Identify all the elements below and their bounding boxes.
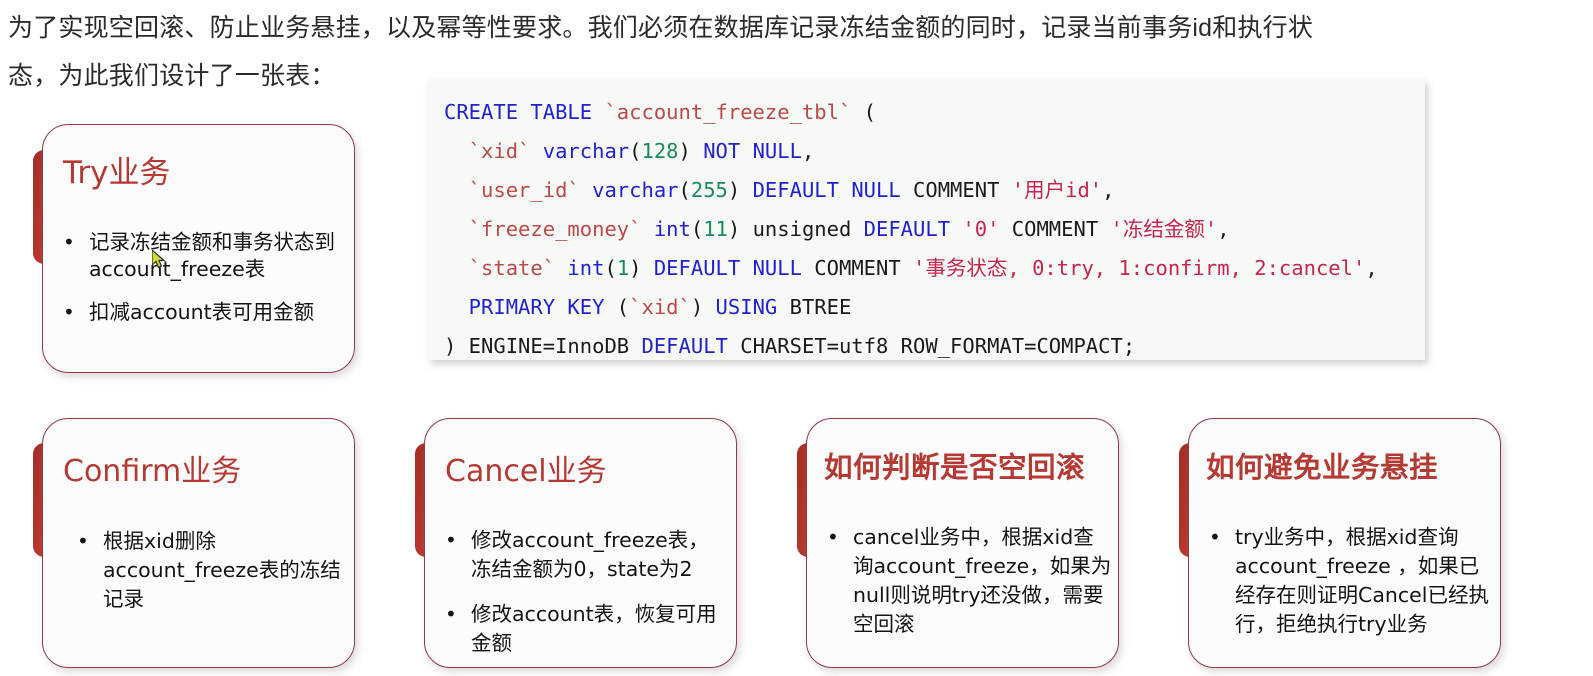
code-token: ( bbox=[629, 139, 642, 163]
code-line: PRIMARY KEY (`xid`) USING BTREE bbox=[428, 288, 1425, 327]
card-try[interactable]: Try业务 记录冻结金额和事务状态到account_freeze表扣减accou… bbox=[42, 124, 355, 373]
code-token: ) bbox=[727, 178, 753, 202]
code-token: COMMENT bbox=[801, 256, 914, 280]
code-token: ) bbox=[678, 139, 704, 163]
code-token: 128 bbox=[641, 139, 679, 163]
code-line: CREATE TABLE `account_freeze_tbl` ( bbox=[428, 93, 1425, 132]
code-token: int bbox=[555, 256, 605, 280]
code-token: `user_id` bbox=[444, 178, 580, 202]
code-token: DEFAULT bbox=[641, 334, 728, 358]
code-token: `xid` bbox=[629, 295, 691, 319]
card-body-try: 记录冻结金额和事务状态到account_freeze表扣减account表可用金… bbox=[59, 229, 341, 326]
code-token: USING bbox=[715, 295, 778, 319]
card-body-confirm: 根据xid删除account_freeze表的冻结记录 bbox=[73, 527, 345, 614]
code-token: ) ENGINE=InnoDB bbox=[444, 334, 642, 358]
code-token: `freeze_money` bbox=[444, 217, 642, 241]
code-token: varchar bbox=[530, 139, 630, 163]
bullet-item: cancel业务中，根据xid查询account_freeze，如果为null则… bbox=[823, 523, 1113, 639]
code-token: '冻结金额' bbox=[1110, 217, 1218, 241]
code-line: `xid` varchar(128) NOT NULL, bbox=[428, 132, 1425, 171]
code-line: `state` int(1) DEFAULT NULL COMMENT '事务状… bbox=[428, 249, 1425, 288]
card-body-cancel: 修改account_freeze表，冻结金额为0，state为2 修改accoun… bbox=[441, 526, 729, 658]
bullet-item: try业务中，根据xid查询account_freeze ，如果已经存在则证明C… bbox=[1205, 523, 1497, 639]
card-title-avoid-hang: 如何避免业务悬挂 bbox=[1206, 451, 1439, 484]
code-token: `xid` bbox=[444, 139, 531, 163]
code-token: ) bbox=[629, 256, 654, 280]
card-body-empty-rollback: cancel业务中，根据xid查询account_freeze，如果为null则… bbox=[823, 523, 1113, 639]
code-token: ( bbox=[851, 100, 876, 124]
code-token: PRIMARY KEY bbox=[444, 295, 617, 319]
card-title-cancel: Cancel业务 bbox=[445, 454, 607, 489]
card-cancel[interactable]: Cancel业务 修改account_freeze表，冻结金额为0，state为… bbox=[424, 418, 737, 668]
bullet-item: 修改account表，恢复可用金额 bbox=[441, 600, 729, 658]
code-token: COMMENT bbox=[999, 217, 1111, 241]
card-title-try: Try业务 bbox=[63, 155, 171, 191]
code-token: , bbox=[801, 139, 815, 163]
code-token: DEFAULT NULL bbox=[653, 256, 802, 280]
bullet-item: 根据xid删除account_freeze表的冻结记录 bbox=[73, 527, 345, 614]
code-token: '用户id' bbox=[1011, 178, 1103, 202]
code-line: `freeze_money` int(11) unsigned DEFAULT … bbox=[428, 210, 1425, 249]
code-token: '事务状态, 0:try, 1:confirm, 2:cancel' bbox=[913, 256, 1366, 280]
code-token: int bbox=[641, 217, 691, 241]
code-token: DEFAULT bbox=[863, 217, 951, 241]
code-token: 1 bbox=[616, 256, 630, 280]
code-token: BTREE bbox=[777, 295, 852, 319]
code-token: varchar bbox=[579, 178, 679, 202]
code-token: ( bbox=[690, 217, 704, 241]
bullet-item: 修改account_freeze表，冻结金额为0，state为2 bbox=[441, 526, 729, 584]
card-avoid-hang[interactable]: 如何避免业务悬挂 try业务中，根据xid查询account_freeze ，如… bbox=[1188, 418, 1501, 668]
sql-code-block: CREATE TABLE `account_freeze_tbl` ( `xid… bbox=[428, 79, 1425, 360]
bullet-item: 记录冻结金额和事务状态到account_freeze表 bbox=[59, 229, 341, 283]
code-token: ( bbox=[604, 256, 617, 280]
code-token: CHARSET=utf8 ROW_FORMAT=COMPACT; bbox=[727, 334, 1136, 358]
code-token: `state` bbox=[444, 256, 556, 280]
card-title-empty-rollback: 如何判断是否空回滚 bbox=[824, 451, 1086, 484]
code-token: ( bbox=[616, 295, 630, 319]
code-token: , bbox=[1217, 217, 1230, 241]
bullet-item: 扣减account表可用金额 bbox=[59, 299, 341, 326]
card-body-avoid-hang: try业务中，根据xid查询account_freeze ，如果已经存在则证明C… bbox=[1205, 523, 1497, 639]
code-token: NOT NULL bbox=[703, 139, 802, 163]
code-token: CREATE TABLE bbox=[444, 100, 605, 124]
code-token: 11 bbox=[703, 217, 728, 241]
code-token: `account_freeze_tbl` bbox=[604, 100, 852, 124]
code-token: ( bbox=[678, 178, 691, 202]
card-confirm[interactable]: Confirm业务 根据xid删除account_freeze表的冻结记录 bbox=[42, 418, 355, 668]
code-token: DEFAULT NULL bbox=[752, 178, 901, 202]
code-token: ) bbox=[690, 295, 716, 319]
code-token: COMMENT bbox=[900, 178, 1012, 202]
code-token: , bbox=[1365, 256, 1378, 280]
code-line: ) ENGINE=InnoDB DEFAULT CHARSET=utf8 ROW… bbox=[428, 327, 1425, 360]
code-line: `user_id` varchar(255) DEFAULT NULL COMM… bbox=[428, 171, 1425, 210]
code-token: ) unsigned bbox=[727, 217, 864, 241]
card-title-confirm: Confirm业务 bbox=[63, 454, 242, 489]
code-token: 255 bbox=[690, 178, 728, 202]
code-token: '0' bbox=[962, 217, 1000, 241]
code-token: , bbox=[1102, 178, 1115, 202]
card-empty-rollback[interactable]: 如何判断是否空回滚 cancel业务中，根据xid查询account_freez… bbox=[806, 418, 1119, 668]
